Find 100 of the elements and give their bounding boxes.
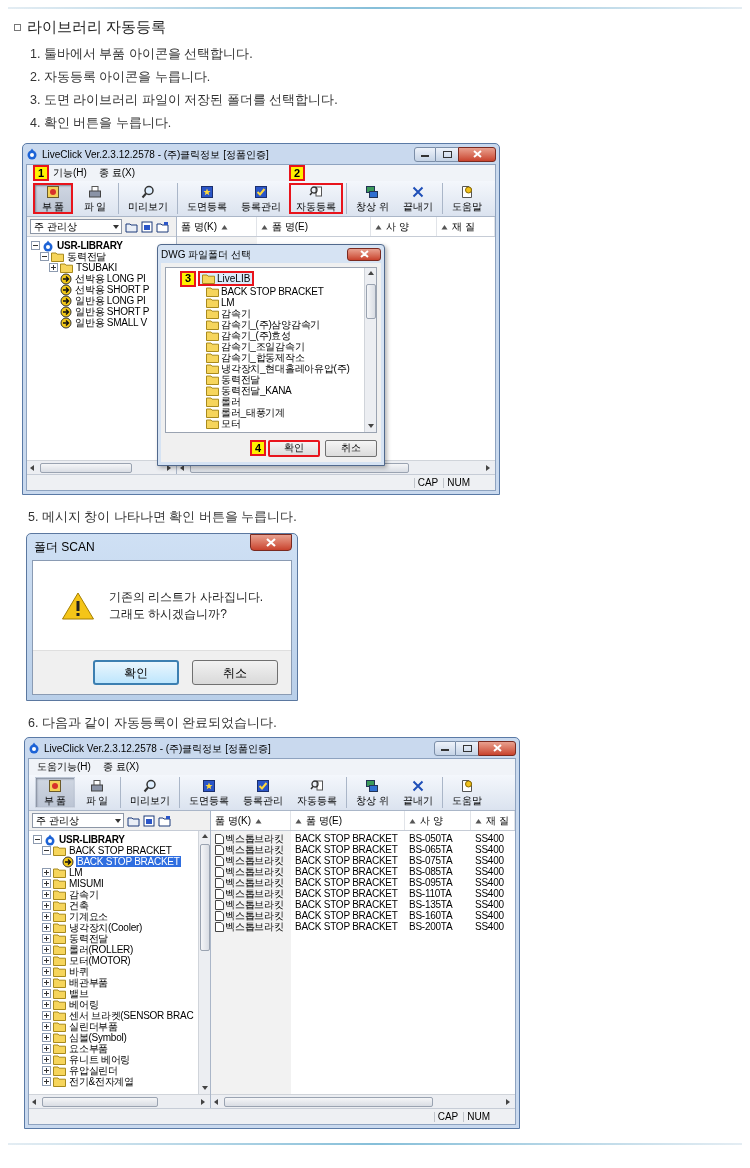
tree-item[interactable]: BACK STOP BRACKET [68,845,173,856]
toolbar-button[interactable]: 파 일 [75,183,115,214]
menu-item[interactable]: 도움기능(H) [37,762,91,772]
close-button[interactable] [250,534,292,551]
folder-item[interactable]: 롤러 [221,396,241,407]
folder-item[interactable]: 냉각장치_현대홀레아유압(주) [221,363,350,374]
close-button[interactable] [478,740,516,756]
toolbar-button[interactable]: 자동등록 [291,777,343,808]
folder-item[interactable]: 동력전달_KANA [221,385,292,396]
vertical-scrollbar[interactable] [364,268,376,432]
toolbar-button[interactable]: 자동등록 [289,183,343,214]
folder-item[interactable]: 감속기_(주)효성 [221,330,291,341]
toolbar-button[interactable]: 등록관리 [235,183,287,214]
library-dropdown[interactable]: 주 관리상 [30,219,122,234]
folder-icon [53,1010,66,1021]
tree-item[interactable]: 선박용 SHORT P [74,284,151,295]
toolbar-button[interactable]: 끝내기 [396,183,439,214]
minimize-button[interactable] [414,146,436,162]
scrollbar-thumb[interactable] [42,1096,159,1107]
horizontal-scrollbar[interactable] [27,460,176,474]
minimize-button[interactable] [434,740,456,756]
tree-item[interactable]: 선박용 LONG PI [74,273,147,284]
toolbar-button[interactable]: 도움말 [445,183,488,214]
scrollbar-thumb[interactable] [199,844,210,951]
folder-item[interactable]: 감속기_조일감속기 [221,341,305,352]
folder-item[interactable]: 감속기_합동제작소 [221,352,305,363]
tree-item[interactable]: 유니트 베어링 [68,1054,132,1065]
folder-item[interactable]: LiveLIB [198,271,255,286]
tree-item[interactable]: 일반용 SMALL V [74,317,148,328]
table-cell: BACK STOP BRACKET [295,866,398,877]
tree-item[interactable]: 배관부품 [68,977,109,988]
tree-item[interactable]: 일반용 SHORT P [74,306,151,317]
toolbar-button[interactable]: 파 일 [77,777,117,808]
toolbar-button[interactable]: 도움말 [445,777,488,808]
tree-item[interactable]: 유압실린더 [68,1065,119,1076]
dialog-button[interactable]: 확인 [93,660,179,685]
folder-item[interactable]: 롤러_태풍기계 [221,407,285,418]
horizontal-scrollbar[interactable] [211,1094,515,1108]
dialog-button[interactable]: 취소 [192,660,278,685]
tree-item[interactable]: 바퀴 [68,966,90,977]
toolbar-button[interactable]: 도면등록 [183,777,235,808]
tree-item[interactable]: 기계요소 [68,911,109,922]
folder-item[interactable]: BACK STOP BRACKET [221,286,324,297]
tree-item[interactable]: 베어링 [68,999,100,1010]
horizontal-scrollbar[interactable] [29,1094,210,1108]
close-button[interactable] [347,247,381,261]
tree-item[interactable]: 전기&전자계열 [68,1076,135,1087]
folder-item[interactable]: 동력전달 [221,374,260,385]
folder-item[interactable]: 모터 [221,418,241,429]
close-button[interactable] [458,146,496,162]
search-icon [309,185,323,199]
folder-item[interactable]: 감속기_(주)삼양감속기 [221,319,321,330]
toolbar-button[interactable]: 등록관리 [237,777,289,808]
tree-item[interactable]: 건축 [68,900,90,911]
scrollbar-thumb[interactable] [365,284,376,319]
dialog-button[interactable]: 확인 [268,439,320,457]
table-cell: 벡스톱브라킷 [225,888,284,899]
dialog-button[interactable]: 취소 [325,439,377,457]
folder-item[interactable]: 감속기 [221,308,251,319]
tree-item[interactable]: USR-LIBRARY [56,240,124,251]
restore-icon [462,744,472,752]
tree-item[interactable]: 동력전달 [68,933,109,944]
tree-item[interactable]: 일반용 LONG PI [74,295,147,306]
scrollbar-thumb[interactable] [40,462,133,473]
folder-item[interactable]: LM [221,297,235,308]
tree-item[interactable]: 냉각장치(Cooler) [68,922,144,933]
toolbar-button[interactable]: 미리보기 [124,777,176,808]
toolbar-button[interactable]: 부 품 [35,777,75,808]
tree-item[interactable]: 롤러(ROLLER) [68,944,135,955]
menu-item[interactable]: 종 료(X) [102,762,139,772]
toolbar-button[interactable]: 도면등록 [181,183,233,214]
tree-item[interactable]: 실린더부품 [68,1021,119,1032]
menu-item[interactable]: 기능(H) [53,168,87,178]
toolbar-button[interactable]: 부 품 [33,183,73,214]
document-icon [215,833,224,844]
toolbar-button[interactable]: 끝내기 [396,777,439,808]
tree-item[interactable]: LM [68,867,84,878]
toolbar-button[interactable]: 창상 위 [350,183,395,214]
tree-item[interactable]: BACK STOP BRACKET [76,856,181,867]
maximize-button[interactable] [456,740,478,756]
tree-item[interactable]: 감속기 [68,889,100,900]
tree-item[interactable]: TSUBAKI [75,262,119,273]
tree-item[interactable]: 요소부품 [68,1043,109,1054]
toolbar-button[interactable]: 창상 위 [350,777,395,808]
tree-item[interactable]: MISUMI [68,878,105,889]
tree-item[interactable]: 밸브 [68,988,90,999]
library-dropdown[interactable]: 주 관리상 [32,813,124,828]
status-indicator: NUM [463,1111,493,1122]
tree-item[interactable]: 동력전달 [66,251,107,262]
table-cell: 벡스톱브라킷 [225,855,284,866]
tree-item[interactable]: 심볼(Symbol) [68,1032,128,1043]
table-cell: BS-065TA [409,844,453,855]
tree-item[interactable]: 모터(MOTOR) [68,955,132,966]
menu-item[interactable]: 종 료(X) [98,168,135,178]
vertical-scrollbar[interactable] [198,831,210,1094]
maximize-button[interactable] [436,146,458,162]
tree-item[interactable]: 센서 브라켓(SENSOR BRAC [68,1010,195,1021]
tree-item[interactable]: USR-LIBRARY [58,834,126,845]
toolbar-button[interactable]: 미리보기 [122,183,174,214]
scrollbar-thumb[interactable] [224,1096,433,1107]
